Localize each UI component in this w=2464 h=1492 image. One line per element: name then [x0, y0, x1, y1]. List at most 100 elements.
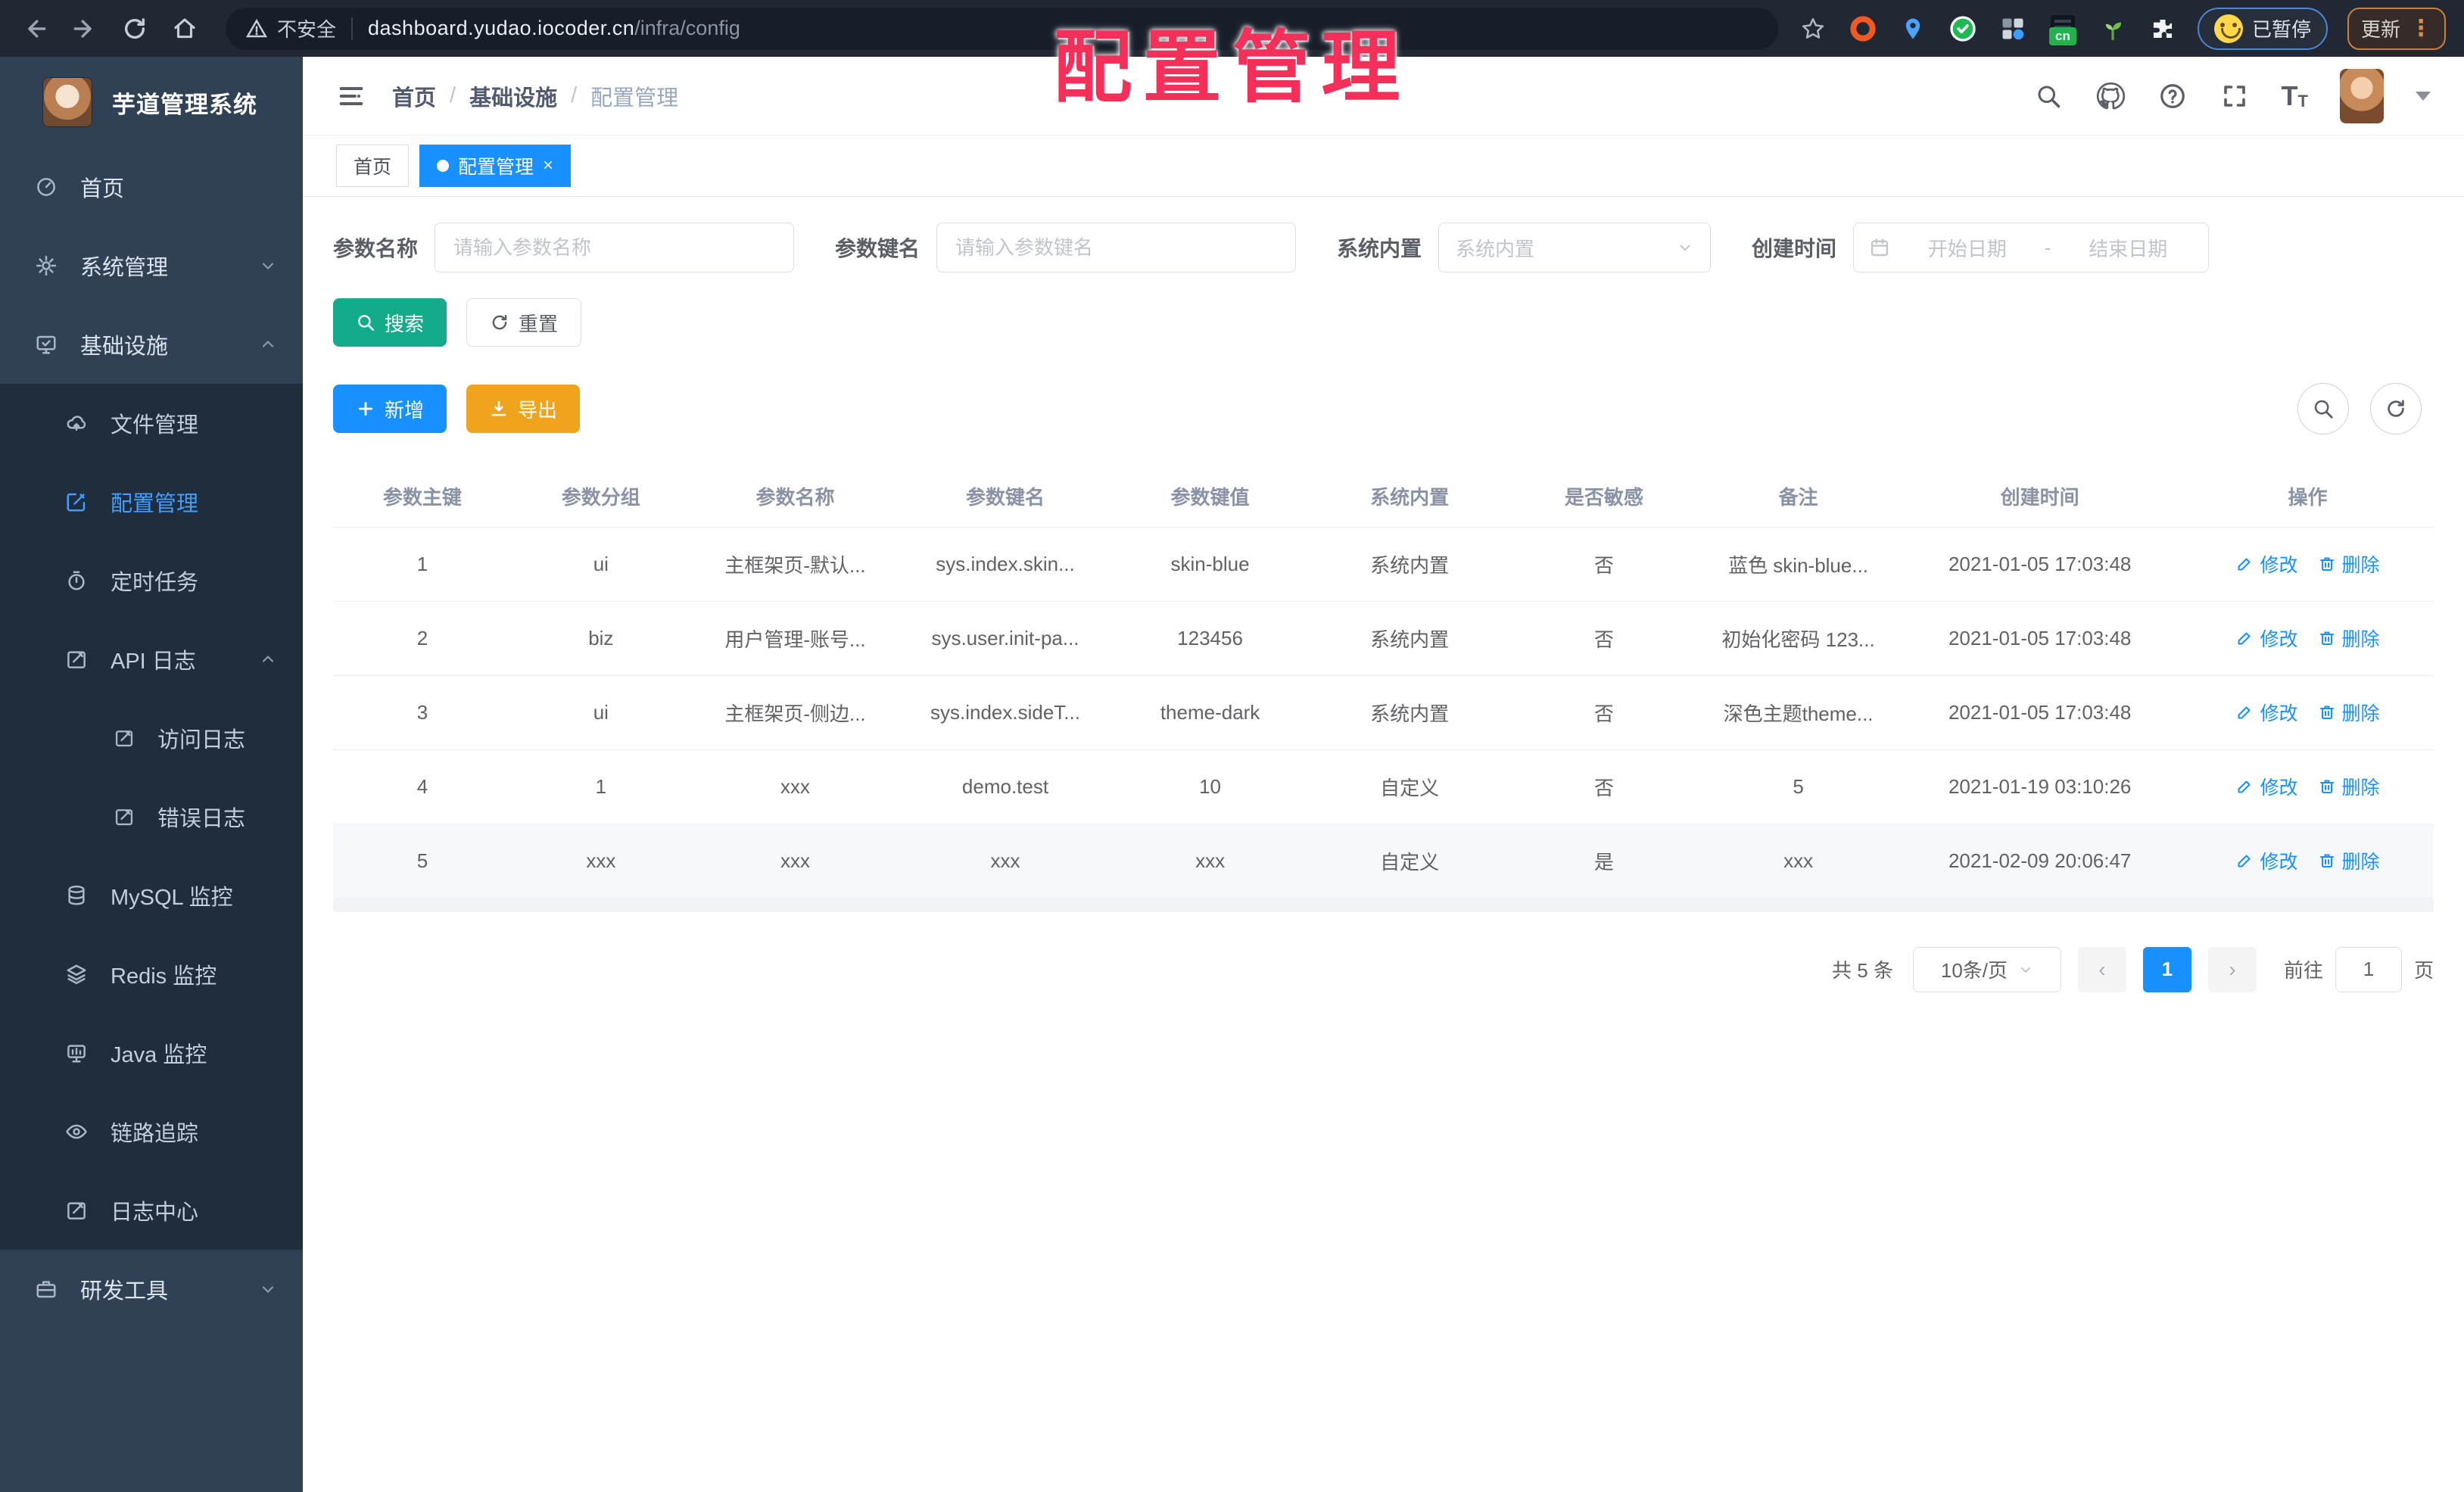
- filter-param-key: 参数键名: [835, 223, 1297, 273]
- sidebar-item-scheduled-jobs[interactable]: 定时任务: [0, 541, 303, 620]
- sidebar-item-dev-tools[interactable]: 研发工具: [0, 1250, 303, 1328]
- pagination-total: 共 5 条: [1832, 959, 1893, 982]
- sidebar-item-infra[interactable]: 基础设施: [0, 305, 303, 384]
- breadcrumb-infra[interactable]: 基础设施: [469, 80, 557, 112]
- help-icon[interactable]: [2157, 81, 2188, 111]
- app-title: 芋道管理系统: [112, 91, 257, 118]
- url-path: /infra/config: [634, 17, 740, 39]
- security-label: 不安全: [277, 18, 337, 41]
- bookmark-star-icon[interactable]: [1798, 14, 1828, 44]
- sidebar-item-config-management[interactable]: 配置管理: [0, 463, 303, 541]
- sidebar-item-java-monitor[interactable]: Java 监控: [0, 1014, 303, 1092]
- filter-system-builtin: 系统内置 系统内置: [1337, 223, 1712, 273]
- edit-link[interactable]: 修改: [2235, 773, 2298, 800]
- sidebar-item-api-log[interactable]: API 日志: [0, 620, 303, 699]
- browser-menu-dots-icon[interactable]: ⋮: [2409, 17, 2432, 40]
- tag-config-management[interactable]: 配置管理 ×: [419, 145, 572, 187]
- sidebar-item-label: Redis 监控: [111, 964, 217, 989]
- system-builtin-select[interactable]: 系统内置: [1438, 223, 1712, 273]
- toggle-search-icon[interactable]: [2297, 383, 2349, 435]
- prev-page-button[interactable]: ‹: [2077, 946, 2126, 992]
- address-bar[interactable]: 不安全 dashboard.yudao.iocoder.cn /infra/co…: [226, 7, 1778, 50]
- extension-grid-icon[interactable]: [1998, 14, 2028, 44]
- tags-view: 首页 配置管理 ×: [303, 135, 2464, 197]
- add-button[interactable]: 新增: [333, 385, 447, 433]
- chevron-down-icon: [2018, 962, 2033, 977]
- sidebar-item-error-log[interactable]: 错误日志: [0, 777, 303, 856]
- extension-pin-icon[interactable]: [1898, 14, 1928, 44]
- extension-green-circle-icon[interactable]: [1948, 14, 1978, 44]
- extensions-puzzle-icon[interactable]: [2148, 14, 2178, 44]
- browser-forward-icon[interactable]: [68, 12, 101, 45]
- sidebar-item-home[interactable]: 首页: [0, 148, 303, 226]
- tag-home[interactable]: 首页: [336, 145, 410, 187]
- sidebar-item-label: 文件管理: [111, 413, 199, 438]
- delete-link[interactable]: 删除: [2318, 550, 2380, 578]
- page-size-select[interactable]: 10条/页: [1912, 946, 2061, 992]
- table-row: 5 xxx xxx xxx xxx 自定义 是 xxx 2021-02-09 20:06…: [333, 824, 2434, 899]
- sidebar-item-file-management[interactable]: 文件管理: [0, 384, 303, 463]
- extension-orange-ring-icon[interactable]: [1848, 14, 1878, 44]
- goto-label: 前往: [2283, 959, 2323, 982]
- search-icon[interactable]: [2033, 81, 2064, 111]
- goto-page-input[interactable]: [2335, 946, 2402, 992]
- edit-link[interactable]: 修改: [2235, 847, 2298, 874]
- sidebar-item-label: 配置管理: [111, 492, 199, 516]
- sidebar-item-label: 日志中心: [111, 1201, 199, 1225]
- export-button[interactable]: 导出: [466, 385, 581, 433]
- param-key-input[interactable]: [936, 223, 1297, 273]
- extension-sprout-icon[interactable]: [2098, 14, 2128, 44]
- edit-link[interactable]: 修改: [2235, 625, 2298, 652]
- sidebar-item-tracing[interactable]: 链路追踪: [0, 1092, 303, 1171]
- fullscreen-icon[interactable]: [2219, 81, 2250, 111]
- close-icon[interactable]: ×: [543, 155, 553, 176]
- sidebar-item-system[interactable]: 系统管理: [0, 226, 303, 305]
- hamburger-icon[interactable]: [336, 81, 366, 111]
- url-divider: [351, 17, 354, 40]
- browser-reload-icon[interactable]: [118, 12, 151, 45]
- sidebar-item-label: API 日志: [111, 649, 196, 674]
- param-name-input[interactable]: [435, 223, 795, 273]
- edit-link[interactable]: 修改: [2235, 550, 2298, 578]
- current-page-button[interactable]: 1: [2142, 946, 2191, 992]
- github-icon[interactable]: [2095, 81, 2126, 111]
- database-icon: [65, 884, 88, 907]
- log-edit-icon: [114, 727, 135, 749]
- delete-link[interactable]: 删除: [2318, 625, 2380, 652]
- date-separator: -: [2044, 235, 2051, 259]
- sidebar-logo[interactable]: 芋道管理系统: [0, 57, 303, 148]
- gear-icon: [35, 254, 58, 277]
- breadcrumb-separator: /: [450, 83, 456, 107]
- sidebar-item-log-center[interactable]: 日志中心: [0, 1171, 303, 1250]
- eye-icon: [65, 1120, 88, 1143]
- log-edit-icon: [114, 806, 135, 827]
- browser-update-button[interactable]: 更新 ⋮: [2347, 7, 2446, 50]
- delete-link[interactable]: 删除: [2318, 699, 2380, 726]
- browser-home-icon[interactable]: [168, 12, 201, 45]
- active-dot-icon: [437, 160, 450, 172]
- url-host: dashboard.yudao.iocoder.cn: [368, 17, 635, 39]
- font-size-icon[interactable]: TT: [2282, 82, 2308, 110]
- dashboard-icon: [35, 176, 58, 198]
- browser-back-icon[interactable]: [18, 12, 51, 45]
- sidebar-item-access-log[interactable]: 访问日志: [0, 699, 303, 777]
- sidebar-item-label: MySQL 监控: [111, 886, 233, 910]
- col-sensitive: 是否敏感: [1509, 466, 1699, 528]
- profile-paused-badge[interactable]: 已暂停: [2197, 7, 2328, 50]
- date-range-picker[interactable]: 开始日期 - 结束日期: [1853, 223, 2210, 273]
- breadcrumb-home[interactable]: 首页: [392, 80, 436, 112]
- delete-link[interactable]: 删除: [2318, 847, 2380, 874]
- search-button[interactable]: 搜索: [333, 298, 447, 347]
- edit-square-icon: [65, 491, 88, 513]
- extension-cn-translate-icon[interactable]: cn: [2048, 14, 2078, 45]
- next-page-button[interactable]: ›: [2207, 946, 2257, 992]
- sidebar-item-mysql-monitor[interactable]: MySQL 监控: [0, 856, 303, 935]
- avatar[interactable]: [2340, 68, 2384, 123]
- reset-button[interactable]: 重置: [466, 298, 582, 347]
- edit-link[interactable]: 修改: [2235, 699, 2298, 726]
- caret-down-icon[interactable]: [2416, 91, 2431, 101]
- delete-link[interactable]: 删除: [2318, 773, 2380, 800]
- refresh-icon[interactable]: [2370, 383, 2422, 435]
- param-name-label: 参数名称: [333, 237, 419, 260]
- sidebar-item-redis-monitor[interactable]: Redis 监控: [0, 935, 303, 1014]
